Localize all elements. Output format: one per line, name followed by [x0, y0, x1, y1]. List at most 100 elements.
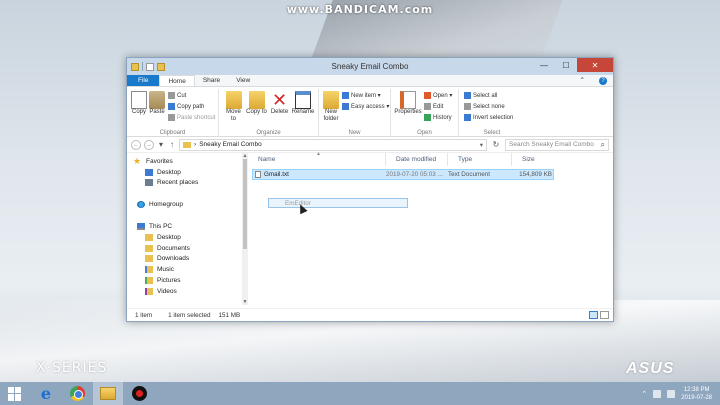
network-icon[interactable] — [653, 389, 662, 398]
details-view-icon[interactable] — [589, 311, 598, 319]
group-label-open: Open — [417, 130, 432, 136]
delete-x-icon: ✕ — [271, 90, 288, 110]
help-icon[interactable]: ? — [599, 77, 607, 85]
copy-path-icon — [168, 103, 175, 110]
column-headers: Name Date modified Type Size — [248, 153, 613, 166]
recording-watermark: www.BANDICAM.com — [286, 3, 434, 16]
nav-pc-pictures[interactable]: Pictures — [127, 275, 248, 286]
new-item-icon — [342, 92, 349, 99]
paste-shortcut-button[interactable]: Paste shortcut — [168, 113, 215, 122]
search-icon: ⌕ — [600, 139, 605, 149]
tab-home[interactable]: Home — [159, 75, 195, 86]
copy-to-icon — [248, 91, 265, 109]
address-dropdown-icon[interactable]: ▾ — [477, 141, 486, 149]
group-label-select: Select — [483, 130, 501, 136]
quick-access-toolbar — [127, 62, 165, 71]
nav-scroll-thumb[interactable] — [243, 159, 247, 249]
close-button[interactable]: ✕ — [577, 58, 613, 72]
nav-favorites[interactable]: ★ Favorites — [127, 156, 248, 167]
ribbon-collapse-chevron-icon[interactable]: ⌃ — [572, 75, 593, 87]
column-type[interactable]: Type — [448, 153, 512, 166]
easy-access-button[interactable]: Easy access ▾ — [342, 102, 389, 111]
select-all-button[interactable]: Select all — [464, 91, 513, 100]
large-icons-view-icon[interactable] — [600, 311, 609, 319]
nav-homegroup[interactable]: Homegroup — [127, 199, 248, 210]
nav-desktop[interactable]: Desktop — [127, 167, 248, 178]
show-hidden-icons-chevron-icon[interactable]: ⌃ — [641, 390, 647, 398]
chrome-icon — [69, 386, 85, 401]
history-icon — [424, 114, 431, 121]
status-bar: 1 item 1 item selected 151 MB — [127, 308, 613, 321]
nav-pc-documents[interactable]: Documents — [127, 243, 248, 254]
copy-icon — [131, 91, 147, 109]
desktop-icon — [145, 168, 153, 176]
paste-icon — [149, 91, 165, 109]
folder-icon — [183, 141, 192, 148]
taskbar: e ⌃ 12:38 PM 2019-07-28 — [0, 382, 720, 405]
cut-button[interactable]: Cut — [168, 91, 215, 100]
select-none-icon — [464, 103, 471, 110]
new-folder-icon — [323, 91, 339, 109]
nav-pc-downloads[interactable]: Downloads — [127, 254, 248, 265]
file-explorer-window: Sneaky Email Combo — ☐ ✕ File Home Share… — [126, 57, 614, 322]
system-clock[interactable]: 12:38 PM 2019-07-28 — [681, 386, 712, 402]
sort-ascending-icon: ▲ — [316, 151, 321, 157]
nav-recent-places[interactable]: Recent places — [127, 178, 248, 189]
refresh-icon[interactable]: ↻ — [490, 140, 502, 149]
edit-button[interactable]: Edit — [424, 102, 452, 111]
tab-view[interactable]: View — [228, 75, 258, 86]
start-button[interactable] — [0, 382, 30, 405]
paste-shortcut-icon — [168, 114, 175, 121]
maximize-button[interactable]: ☐ — [555, 58, 577, 72]
history-button[interactable]: History — [424, 113, 452, 122]
edit-icon — [424, 103, 431, 110]
item-count: 1 item — [135, 311, 153, 319]
tab-file[interactable]: File — [127, 75, 160, 86]
taskbar-chrome[interactable] — [62, 382, 92, 405]
taskbar-file-explorer[interactable] — [93, 382, 123, 405]
breadcrumb-separator: › — [194, 141, 197, 148]
file-name: Gmail.txt — [264, 171, 289, 178]
forward-arrow-icon[interactable]: → — [144, 139, 154, 150]
clock-time: 12:38 PM — [683, 386, 710, 393]
explorer-body: ★ Favorites Desktop Recent places Homegro… — [127, 151, 613, 305]
recent-locations-chevron-icon[interactable]: ▾ — [159, 140, 163, 149]
group-label-organize: Organize — [256, 130, 281, 136]
up-arrow-icon[interactable]: ↑ — [170, 140, 174, 149]
address-bar-row: ← → ▾ ↑ › Sneaky Email Combo ▾ ↻ Search … — [127, 137, 613, 153]
open-button[interactable]: Open ▾ — [424, 91, 452, 100]
address-bar[interactable]: › Sneaky Email Combo ▾ — [179, 138, 487, 151]
selected-count: 1 item selected — [168, 311, 211, 319]
new-item-button[interactable]: New item ▾ — [342, 91, 389, 100]
title-bar[interactable]: Sneaky Email Combo — ☐ ✕ — [127, 58, 613, 75]
group-open: Properties Open ▾ Edit History Open — [391, 89, 459, 137]
minimize-button[interactable]: — — [533, 58, 555, 72]
internet-explorer-icon: e — [40, 384, 52, 403]
taskbar-bandicam[interactable] — [124, 382, 154, 405]
music-folder-icon — [145, 266, 153, 274]
properties-quick-icon[interactable] — [146, 62, 154, 71]
ribbon-home: Copy Paste Cut Copy path Paste shortcut … — [127, 87, 613, 137]
drag-ghost-label: EmEditor — [268, 198, 408, 208]
back-arrow-icon[interactable]: ← — [131, 139, 141, 150]
column-date-modified[interactable]: Date modified — [386, 153, 448, 166]
group-label-clipboard: Clipboard — [159, 130, 186, 136]
nav-pc-music[interactable]: Music — [127, 264, 248, 275]
file-row[interactable]: Gmail.txt 2019-07-20 05:03 ... Text Docu… — [252, 169, 554, 180]
breadcrumb-folder[interactable]: Sneaky Email Combo — [199, 141, 262, 148]
nav-pc-desktop[interactable]: Desktop — [127, 232, 248, 243]
taskbar-internet-explorer[interactable]: e — [31, 382, 61, 405]
search-input[interactable]: Search Sneaky Email Combo ⌕ — [505, 138, 609, 151]
copy-path-button[interactable]: Copy path — [168, 102, 215, 111]
group-select: Select all Select none Invert selection … — [459, 89, 525, 137]
new-folder-quick-icon[interactable] — [157, 62, 165, 71]
volume-icon[interactable] — [667, 389, 676, 398]
select-none-button[interactable]: Select none — [464, 102, 513, 111]
invert-selection-button[interactable]: Invert selection — [464, 113, 513, 122]
downloads-folder-icon — [145, 255, 153, 263]
tab-share[interactable]: Share — [195, 75, 228, 86]
nav-this-pc[interactable]: This PC — [127, 221, 248, 232]
properties-icon — [400, 91, 416, 109]
column-size[interactable]: Size — [512, 153, 572, 166]
nav-pc-videos[interactable]: Videos — [127, 286, 248, 297]
